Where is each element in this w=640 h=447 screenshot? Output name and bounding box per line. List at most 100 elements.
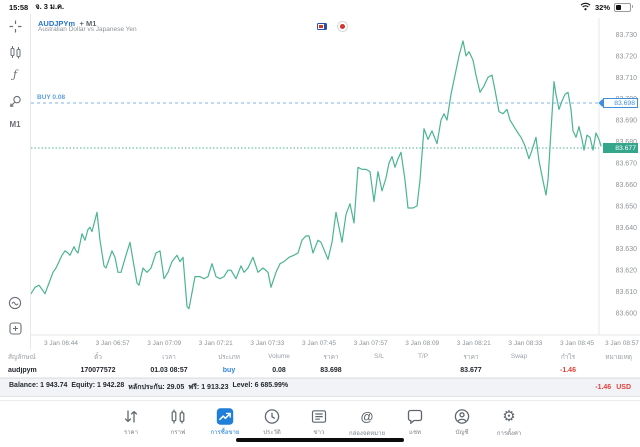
nav-item-quotes[interactable]: ราคา: [114, 408, 148, 447]
nav-item-label: ราคา: [123, 430, 138, 436]
position-row[interactable]: audjpym 170077572 01.03 08:57 buy 0.08 83.698…: [0, 363, 640, 378]
column-header: สัญลักษณ์: [8, 353, 36, 361]
mailbox-at-icon: @: [360, 409, 374, 424]
symbol-wave-icon[interactable]: [0, 296, 30, 310]
x-axis-tick: 3 Jan 07:57: [354, 340, 388, 347]
positions-table-header: สัญลักษณ์ ตั๋ว เวลา ประเภท Volume ราคา S/L T/P ร…: [0, 350, 640, 363]
y-axis-tick: 83.640: [616, 225, 638, 232]
timeframe-button[interactable]: M1: [0, 120, 30, 129]
floating-profit: -1.46 USD: [595, 384, 631, 391]
x-axis-tick: 3 Jan 08:21: [457, 340, 491, 347]
x-axis-tick: 3 Jan 08:57: [605, 340, 639, 347]
wifi-icon: [580, 2, 591, 13]
y-axis-tick: 83.630: [616, 246, 638, 253]
nav-item-label: การซื้อขาย: [210, 430, 240, 436]
y-axis-tick: 83.690: [616, 118, 638, 125]
column-header: กำไร: [560, 353, 576, 361]
cell: 83.677: [460, 366, 482, 374]
trade-icon: [216, 408, 234, 425]
objects-icon[interactable]: [0, 95, 30, 108]
y-axis-tick: 83.670: [616, 161, 638, 168]
cell: buy: [222, 366, 236, 374]
aud-flag-icon: [317, 23, 327, 30]
y-axis-tick: 83.620: [616, 268, 638, 275]
account-metric: Equity: 1 942.28: [71, 382, 125, 389]
x-axis-tick: 3 Jan 07:09: [147, 340, 181, 347]
chart-canvas[interactable]: 83.73083.72083.71083.70083.69083.68083.6…: [31, 14, 640, 350]
price-chart[interactable]: 83.73083.72083.71083.70083.69083.68083.6…: [30, 14, 640, 350]
add-chart-icon[interactable]: [0, 322, 30, 335]
x-axis-tick: 3 Jan 07:21: [199, 340, 233, 347]
nav-item-label: ข่าว: [313, 430, 325, 436]
chart-toolbar: ƒ M1: [0, 14, 30, 350]
column-header: Swap: [510, 353, 528, 360]
profit-value: -1.46: [595, 384, 612, 391]
cell: 170077572: [80, 366, 116, 374]
history-clock-icon: [263, 408, 281, 425]
buy-position-tag[interactable]: BUY 0.08: [35, 93, 68, 101]
cell: audjpym: [8, 366, 37, 374]
status-bar: 15:58 จ. 3 ม.ค. 32%: [0, 0, 640, 14]
crosshair-icon[interactable]: [0, 20, 30, 33]
x-axis-tick: 3 Jan 08:33: [508, 340, 542, 347]
cell: -1.46: [560, 366, 576, 374]
home-indicator[interactable]: [236, 438, 404, 442]
column-header: เวลา: [162, 353, 176, 361]
nav-item-label: การตั้งค่า: [496, 431, 522, 437]
account-metric: Balance: 1 943.74: [9, 382, 68, 389]
column-header: T/P: [417, 353, 429, 360]
battery-icon: [614, 2, 633, 12]
news-icon: [310, 408, 328, 425]
account-summary-bar[interactable]: Balance: 1 943.74 Equity: 1 942.28 หลักประ…: [0, 378, 640, 397]
chart-type-candles-icon[interactable]: [0, 45, 30, 59]
column-header: Volume: [268, 353, 290, 360]
y-axis-tick: 83.660: [616, 182, 638, 189]
column-header: ราคา: [323, 353, 339, 361]
quotes-arrows-icon: [122, 408, 140, 425]
account-metric: ฟรี: 1 913.23: [188, 384, 229, 391]
positions-table: สัญลักษณ์ ตั๋ว เวลา ประเภท Volume ราคา S/L T/P ร…: [0, 350, 640, 378]
x-axis-tick: 3 Jan 08:09: [405, 340, 439, 347]
status-date: จ. 3 ม.ค.: [35, 2, 65, 11]
y-axis-tick: 83.610: [616, 289, 638, 296]
clock-time: 15:58: [9, 2, 29, 12]
chat-bubble-icon: [406, 408, 424, 425]
y-axis-tick: 83.710: [616, 75, 638, 82]
y-axis-tick: 83.730: [616, 32, 638, 39]
column-header: ราคา: [463, 353, 479, 361]
x-axis-tick: 3 Jan 07:45: [302, 340, 336, 347]
cell: 01.03 08:57: [150, 366, 188, 374]
buy-price-label: 83.698: [603, 98, 638, 108]
indicator-function-icon[interactable]: ƒ: [0, 69, 30, 80]
x-axis-tick: 3 Jan 07:33: [250, 340, 284, 347]
account-metric: หลักประกัน: 29.05: [128, 384, 185, 391]
nav-item-label: กล่องจดหมาย: [348, 431, 386, 437]
x-axis-tick: 3 Jan 08:45: [560, 340, 594, 347]
profit-currency: USD: [616, 384, 631, 391]
x-axis-tick: 3 Jan 06:44: [44, 340, 78, 347]
y-axis-tick: 83.720: [616, 53, 638, 60]
battery-percent: 32%: [594, 2, 610, 12]
column-header: ตั๋ว: [94, 353, 102, 361]
nav-item-label: ประวัติ: [263, 430, 281, 436]
account-person-icon: [453, 408, 471, 425]
y-axis-tick: 83.650: [616, 203, 638, 210]
current-price-label: 83.677: [603, 143, 638, 153]
cell: 83.698: [320, 366, 342, 374]
symbol-description: Australian Dollar vs Japanese Yen: [38, 26, 137, 33]
nav-item-accounts[interactable]: บัญชี: [445, 408, 479, 447]
x-axis-tick: 3 Jan 06:57: [96, 340, 130, 347]
price-line-series: [31, 40, 602, 310]
nav-item-charts[interactable]: กราฟ: [161, 408, 195, 447]
account-metrics: Balance: 1 943.74 Equity: 1 942.28 หลักประ…: [9, 382, 288, 393]
column-header: ประเภท: [218, 353, 240, 361]
jpy-flag-icon: [337, 21, 348, 32]
nav-item-settings[interactable]: ⚙ การตั้งค่า: [492, 408, 526, 447]
currency-flags: [317, 21, 348, 32]
y-axis-tick: 83.600: [616, 311, 638, 318]
column-header: S/L: [374, 353, 384, 360]
cell: 0.08: [272, 366, 286, 374]
nav-item-label: แชท: [409, 430, 421, 436]
settings-gear-icon: ⚙: [502, 407, 516, 425]
nav-item-label: บัญชี: [455, 430, 469, 436]
